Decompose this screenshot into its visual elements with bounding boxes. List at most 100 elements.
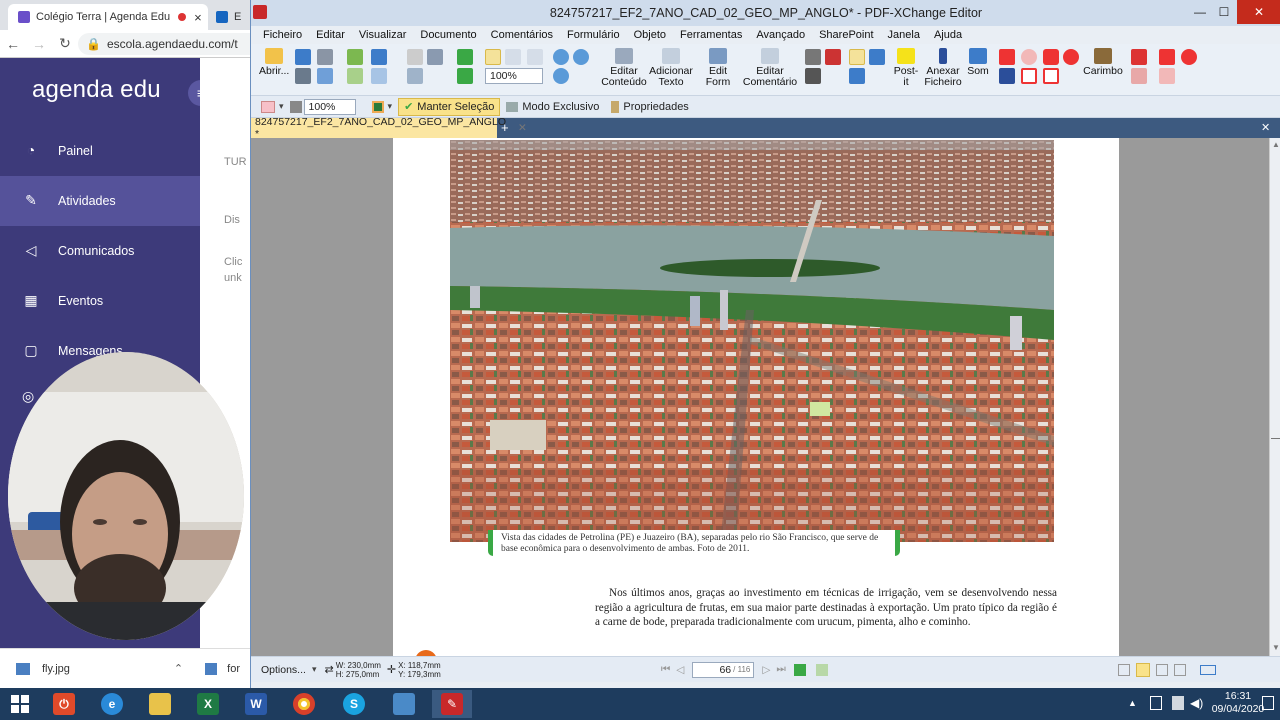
menu-comentarios[interactable]: Comentários <box>491 29 553 41</box>
battery-icon[interactable] <box>1172 696 1184 710</box>
taskbar-app-skype[interactable]: S <box>334 690 374 718</box>
ellipse-faded-icon[interactable] <box>1021 49 1037 65</box>
arrow-tool-icon[interactable] <box>999 68 1015 84</box>
facing-continuous-icon[interactable] <box>1173 663 1186 676</box>
fill-color-icon[interactable] <box>261 100 275 113</box>
first-page-icon[interactable]: ⏮ <box>661 663 670 676</box>
new-tab-icon[interactable]: + <box>501 120 509 135</box>
back-arrow-icon[interactable]: ← <box>0 36 26 52</box>
menu-avancado[interactable]: Avançado <box>756 29 805 41</box>
next-page-icon[interactable]: ▷ <box>762 664 770 676</box>
edit-form-button[interactable]: Edit Form <box>701 48 735 88</box>
redo-icon[interactable] <box>371 68 387 84</box>
zoom-out-icon[interactable] <box>573 49 589 65</box>
maximize-icon[interactable]: ☐ <box>1209 0 1239 24</box>
circle-tool-icon[interactable] <box>1063 49 1079 65</box>
taskbar-app-explorer[interactable] <box>140 690 180 718</box>
snapshot-icon[interactable] <box>407 68 423 84</box>
select-tool-icon[interactable] <box>427 49 443 65</box>
menu-formulario[interactable]: Formulário <box>567 29 620 41</box>
line-tool-icon[interactable] <box>999 49 1015 65</box>
exclusive-mode-button[interactable]: Modo Exclusivo <box>522 101 599 113</box>
browser-tab-outlook[interactable]: E <box>212 4 250 30</box>
document-tab[interactable]: 824757217_EF2_7ANO_CAD_02_GEO_MP_ANGLO *… <box>251 116 527 140</box>
download-file-name[interactable]: for <box>227 663 240 675</box>
taskbar-app-pdf[interactable]: ✎ <box>432 690 472 718</box>
chevron-down-icon[interactable]: ▾ <box>312 664 317 675</box>
page-number-input[interactable]: 66 / 116 <box>692 661 755 678</box>
scroll-down-icon[interactable]: ▼ <box>1272 643 1280 652</box>
menu-ferramentas[interactable]: Ferramentas <box>680 29 742 41</box>
taskbar-app-chrome[interactable] <box>284 690 324 718</box>
save-icon[interactable] <box>295 49 311 65</box>
zoom-in-icon[interactable] <box>553 49 569 65</box>
pdf-app-icon[interactable] <box>253 5 267 19</box>
redact-icon[interactable] <box>1181 49 1197 65</box>
keep-selection-button[interactable]: ✔ Manter Seleção <box>398 97 501 116</box>
export-icon[interactable] <box>347 49 363 65</box>
zoom-plus-icon[interactable] <box>553 68 569 84</box>
hand-tool-icon[interactable] <box>407 49 423 65</box>
options-button[interactable]: Options... <box>261 664 306 676</box>
eraser-icon[interactable] <box>1131 68 1147 84</box>
fullscreen-icon[interactable] <box>1199 664 1216 675</box>
open-button[interactable]: Abrir... <box>259 48 289 77</box>
zoom-select[interactable]: 100% <box>485 68 543 84</box>
email-icon[interactable] <box>317 68 333 84</box>
url-input[interactable]: 🔒 escola.agendaedu.com/t <box>78 32 250 55</box>
pentagon-tool-icon[interactable] <box>1043 68 1059 84</box>
fit-page-icon[interactable] <box>485 49 501 65</box>
last-page-icon[interactable]: ⏭ <box>776 663 785 676</box>
fit-width-icon[interactable] <box>505 49 521 65</box>
system-clock[interactable]: 16:31 09/04/2020 <box>1200 690 1276 716</box>
close-tab-icon[interactable]: × <box>194 10 202 25</box>
prev-page-icon[interactable]: ◁ <box>676 664 684 676</box>
measure-icon[interactable] <box>1159 49 1175 65</box>
menu-ajuda[interactable]: Ajuda <box>934 29 962 41</box>
chevron-up-icon[interactable]: ⌃ <box>174 662 183 675</box>
sidebar-item-comunicados[interactable]: ◁ Comunicados <box>0 226 200 276</box>
forward-view-icon[interactable] <box>815 663 828 676</box>
single-page-icon[interactable] <box>1117 663 1130 676</box>
cloud-tool-icon[interactable] <box>1159 68 1175 84</box>
strikeout-icon[interactable] <box>849 68 865 84</box>
sidebar-item-eventos[interactable]: ▦ Eventos <box>0 276 200 326</box>
textbox-tool-icon[interactable] <box>805 49 821 65</box>
polygon-tool-icon[interactable] <box>1043 49 1059 65</box>
stroke-color-icon[interactable] <box>371 100 384 113</box>
callout-tool-icon[interactable] <box>825 49 841 65</box>
start-button[interactable] <box>0 690 40 718</box>
menu-objeto[interactable]: Objeto <box>634 29 666 41</box>
typewriter-icon[interactable] <box>805 68 821 84</box>
chevron-up-icon[interactable]: ▲ <box>1128 698 1137 708</box>
opacity-select[interactable]: 100% <box>303 98 356 115</box>
refresh-icon[interactable] <box>457 68 473 84</box>
taskbar-app-excel[interactable]: X <box>188 690 228 718</box>
taskbar-app-ie[interactable]: e <box>92 690 132 718</box>
chevron-down-icon[interactable]: ▾ <box>388 101 393 112</box>
properties-button[interactable]: Propriedades <box>623 101 688 113</box>
rotate-icon[interactable] <box>457 49 473 65</box>
edit-content-button[interactable]: Editar Conteúdo <box>601 48 647 88</box>
reload-icon[interactable]: ↻ <box>52 35 78 52</box>
device-icon[interactable] <box>1150 696 1162 710</box>
back-view-icon[interactable] <box>793 663 806 676</box>
sidebar-item-painel[interactable]: ◔ Painel <box>0 126 200 176</box>
close-tab-icon[interactable]: ✕ <box>518 122 527 134</box>
chevron-down-icon[interactable]: ▾ <box>279 101 284 112</box>
close-window-icon[interactable]: ✕ <box>1237 0 1280 24</box>
facing-pages-icon[interactable] <box>1155 663 1168 676</box>
forward-arrow-icon[interactable]: → <box>26 36 52 52</box>
postit-button[interactable]: Post- it <box>891 48 921 88</box>
rectangle-tool-icon[interactable] <box>1021 68 1037 84</box>
menu-editar[interactable]: Editar <box>316 29 345 41</box>
menu-documento[interactable]: Documento <box>420 29 476 41</box>
pencil-tool-icon[interactable] <box>1131 49 1147 65</box>
scan-icon[interactable] <box>317 49 333 65</box>
menu-visualizar[interactable]: Visualizar <box>359 29 407 41</box>
menu-sharepoint[interactable]: SharePoint <box>819 29 873 41</box>
import-icon[interactable] <box>347 68 363 84</box>
edit-comment-button[interactable]: Editar Comentário <box>741 48 799 88</box>
document-viewport[interactable]: Vista das cidades de Petrolina (PE) e Ju… <box>251 138 1269 656</box>
print-icon[interactable] <box>295 68 311 84</box>
